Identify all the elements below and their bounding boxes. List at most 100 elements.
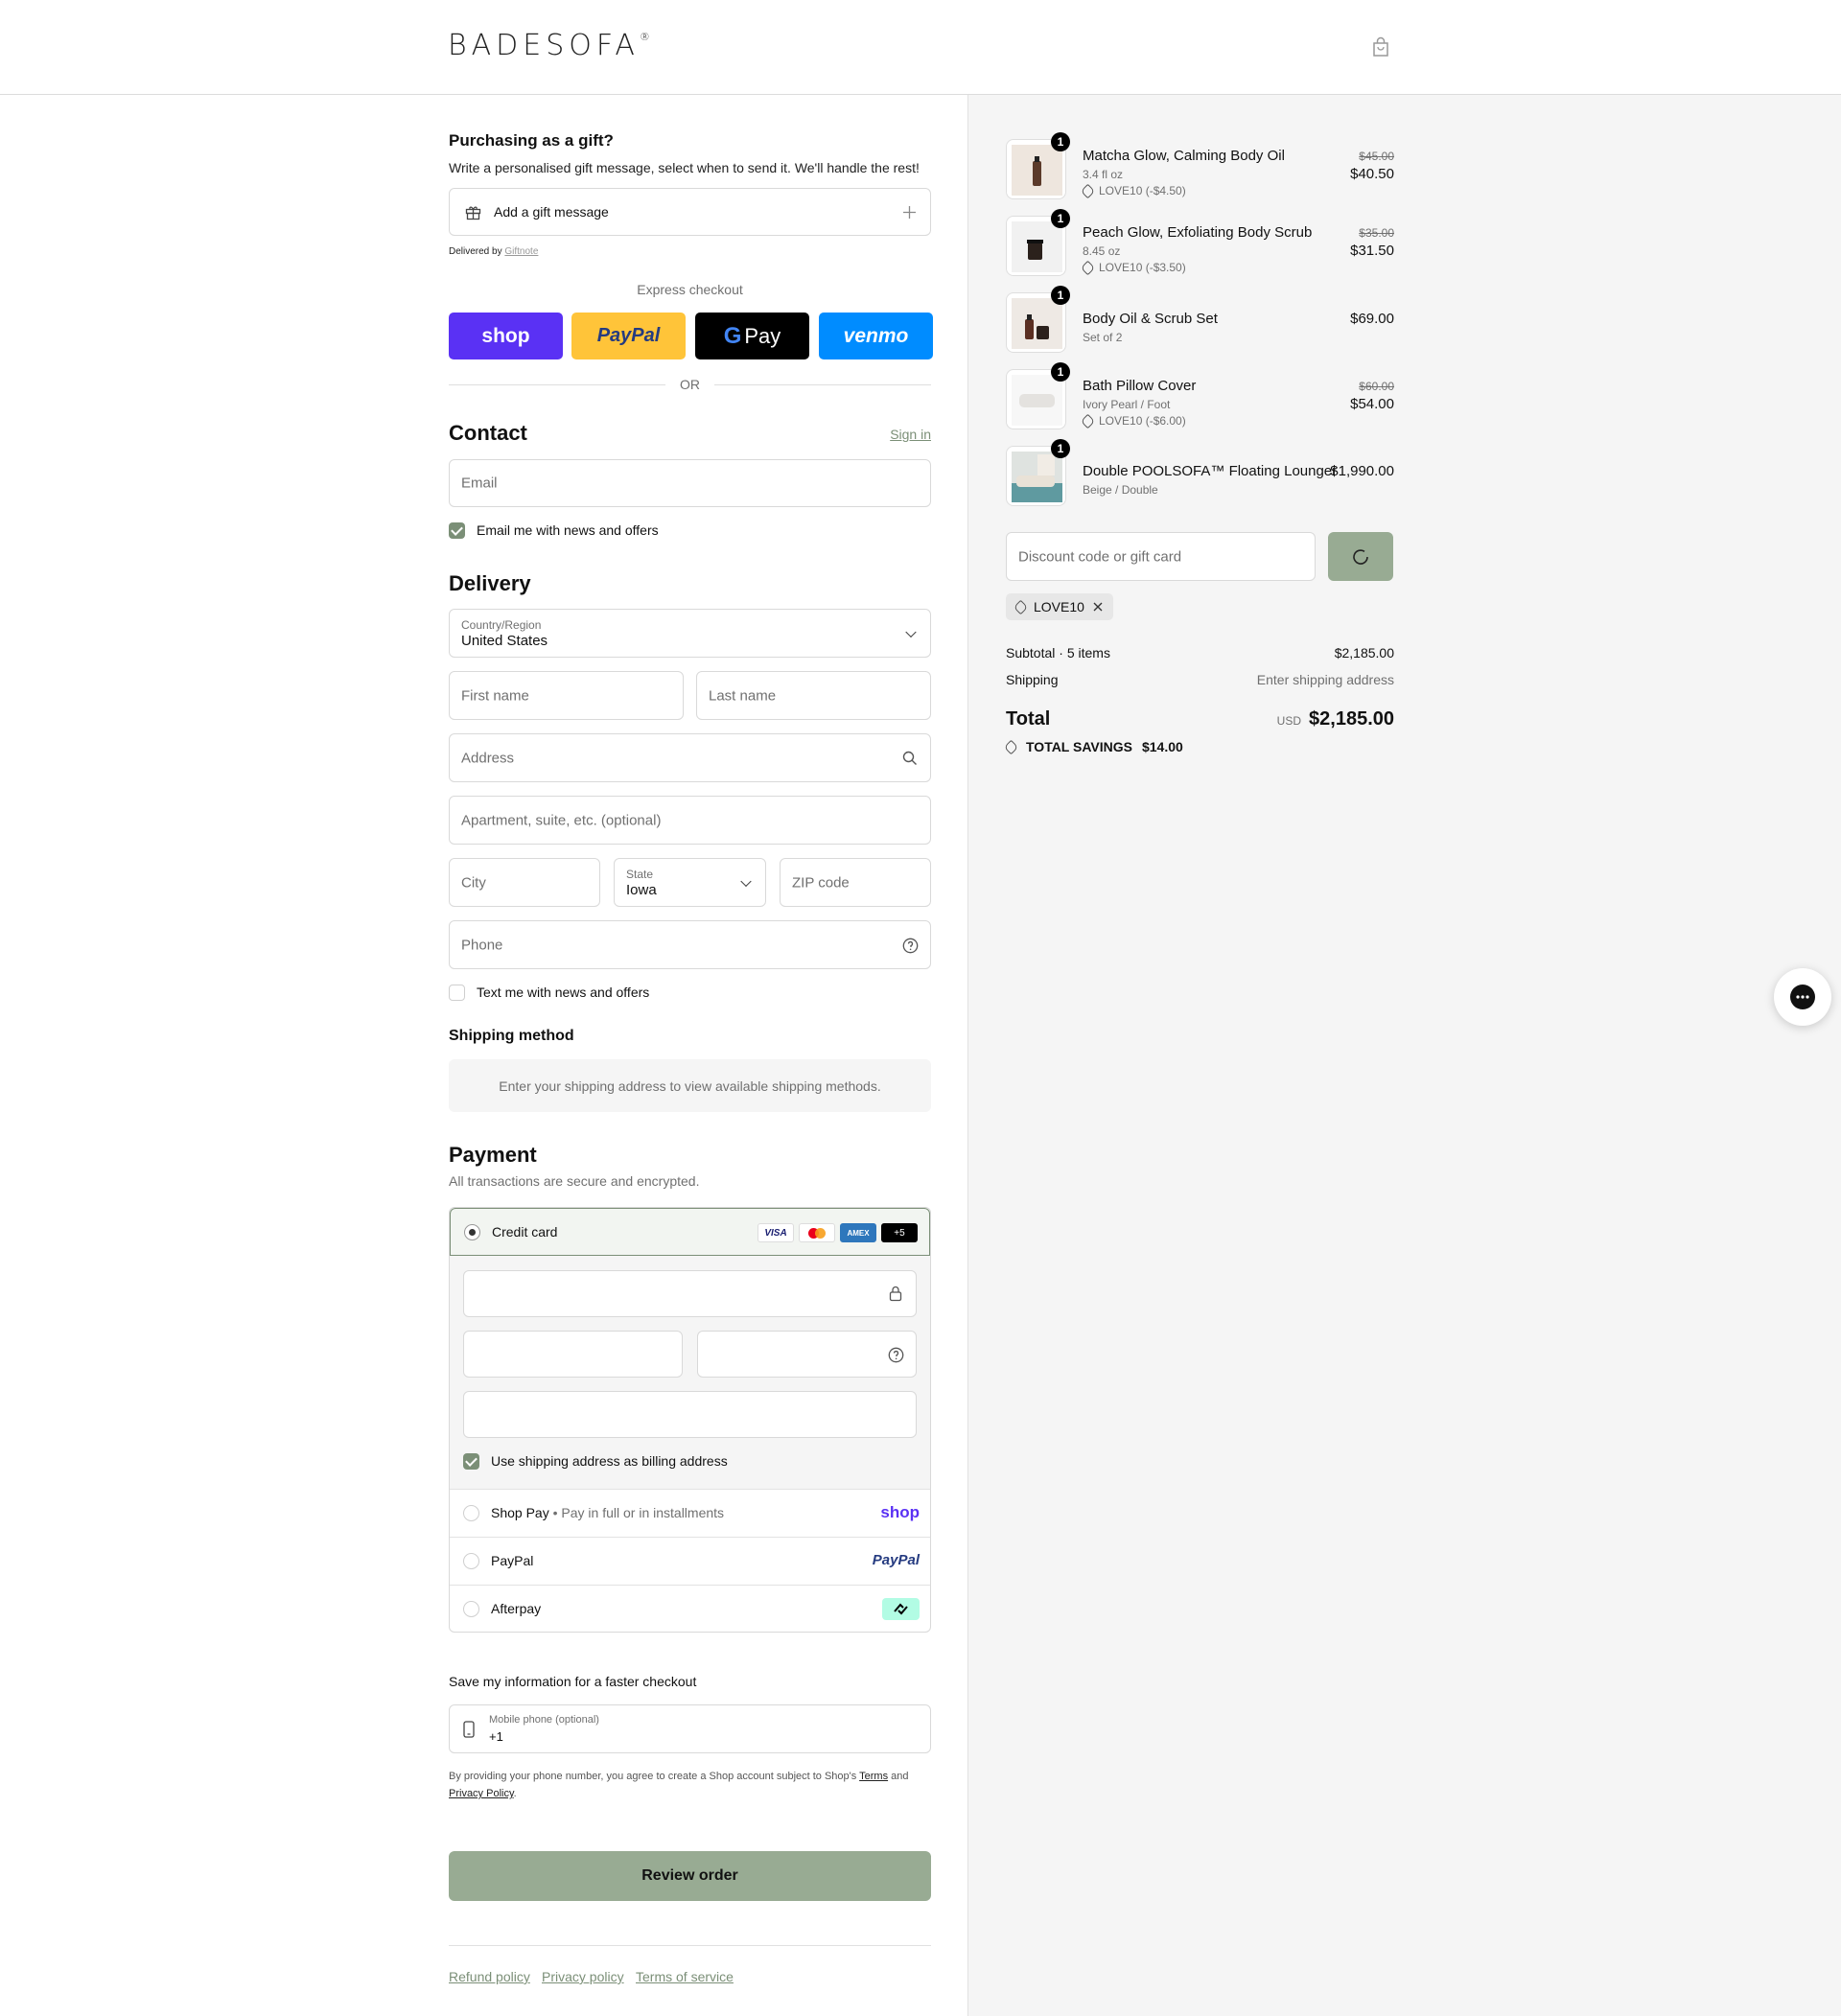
cart-summary: 1 Matcha Glow, Calming Body Oil 3.4 fl o…: [967, 95, 1841, 862]
credit-card-option[interactable]: Credit card VISA AMEX +5: [450, 1208, 930, 1256]
legal-text: By providing your phone number, you agre…: [449, 1771, 857, 1782]
item-variant: Beige / Double: [1083, 483, 1158, 497]
item-discount: LOVE10 (-$3.50): [1080, 260, 1186, 275]
shop-pay-express-button[interactable]: shop: [449, 313, 563, 359]
tag-icon: [1080, 413, 1096, 429]
item-name: Matcha Glow, Calming Body Oil: [1083, 148, 1285, 164]
mobile-phone-value: +1: [489, 1729, 503, 1744]
logo-mark: ®: [639, 31, 650, 43]
privacy-policy-link[interactable]: Privacy policy: [542, 1969, 624, 1984]
search-icon: [902, 751, 917, 765]
terms-link[interactable]: Terms: [859, 1771, 888, 1782]
privacy-link[interactable]: Privacy Policy: [449, 1788, 514, 1799]
legal-and: and: [891, 1771, 909, 1782]
state-value: Iowa: [626, 882, 657, 898]
quantity-badge: 1: [1051, 132, 1070, 151]
afterpay-radio[interactable]: [463, 1601, 479, 1617]
gift-button-label: Add a gift message: [494, 204, 609, 220]
country-select[interactable]: Country/Region United States: [449, 609, 931, 658]
credit-card-form: Use shipping address as billing address: [450, 1256, 930, 1489]
google-pay-express-button[interactable]: G Pay: [695, 313, 809, 359]
zip-field[interactable]: ZIP code: [780, 858, 931, 907]
first-name-field[interactable]: First name: [449, 671, 684, 720]
item-name: Body Oil & Scrub Set: [1083, 311, 1218, 327]
apartment-placeholder: Apartment, suite, etc. (optional): [461, 812, 662, 828]
product-thumbnail: 1: [1006, 439, 1070, 506]
item-name: Bath Pillow Cover: [1083, 378, 1197, 394]
expiration-date-field[interactable]: [463, 1331, 683, 1378]
apartment-field[interactable]: Apartment, suite, etc. (optional): [449, 796, 931, 845]
security-code-field[interactable]: [697, 1331, 917, 1378]
add-gift-message-button[interactable]: Add a gift message: [449, 188, 931, 236]
help-icon[interactable]: [888, 1347, 904, 1363]
venmo-logo: venmo: [843, 324, 909, 347]
review-order-button[interactable]: Review order: [449, 1851, 931, 1901]
help-icon[interactable]: [902, 938, 919, 954]
text-news-checkbox[interactable]: [449, 985, 465, 1001]
afterpay-option[interactable]: Afterpay: [450, 1585, 930, 1632]
email-news-label: Email me with news and offers: [477, 522, 659, 538]
sign-in-link[interactable]: Sign in: [890, 427, 931, 442]
item-original-price: $45.00: [1359, 150, 1394, 163]
item-name: Peach Glow, Exfoliating Body Scrub: [1083, 224, 1313, 241]
refund-policy-link[interactable]: Refund policy: [449, 1969, 530, 1984]
country-value: United States: [461, 633, 548, 649]
first-name-placeholder: First name: [461, 687, 529, 704]
footer-divider: [449, 1945, 931, 1946]
address-field[interactable]: Address: [449, 733, 931, 782]
mobile-phone-icon: [463, 1721, 475, 1738]
credit-card-radio[interactable]: [464, 1224, 480, 1240]
city-field[interactable]: City: [449, 858, 600, 907]
last-name-field[interactable]: Last name: [696, 671, 931, 720]
paypal-express-button[interactable]: PayPal: [571, 313, 686, 359]
item-discount-text: LOVE10 (-$4.50): [1099, 184, 1186, 197]
close-icon[interactable]: [1092, 601, 1104, 613]
state-select[interactable]: State Iowa: [614, 858, 766, 907]
paypal-radio[interactable]: [463, 1553, 479, 1569]
email-placeholder: Email: [461, 475, 498, 492]
total-label: Total: [1006, 708, 1051, 730]
currency: USD: [1276, 714, 1302, 728]
item-variant: 8.45 oz: [1083, 244, 1121, 258]
item-price: $54.00: [1350, 396, 1394, 412]
subtotal-value: $2,185.00: [1334, 645, 1394, 660]
paypal-option[interactable]: PayPal PayPal: [450, 1537, 930, 1585]
apply-discount-button[interactable]: [1328, 532, 1393, 581]
applied-discount-tag: LOVE10: [1006, 593, 1113, 620]
country-label: Country/Region: [461, 618, 542, 632]
shopping-bag-icon[interactable]: [1371, 36, 1390, 58]
google-pay-label: Pay: [744, 323, 781, 348]
tag-icon: [1013, 599, 1029, 614]
chat-widget-button[interactable]: [1774, 968, 1831, 1026]
payment-title: Payment: [449, 1143, 537, 1167]
giftnote-link[interactable]: Giftnote: [504, 246, 538, 257]
phone-field[interactable]: Phone: [449, 920, 931, 969]
item-original-price: $60.00: [1359, 380, 1394, 393]
terms-of-service-link[interactable]: Terms of service: [636, 1969, 734, 1984]
shop-pay-option[interactable]: Shop Pay • Pay in full or in installment…: [450, 1489, 930, 1537]
tag-icon: [1080, 183, 1096, 198]
item-price: $1,990.00: [1330, 463, 1394, 479]
venmo-express-button[interactable]: venmo: [819, 313, 933, 359]
tag-icon: [1080, 260, 1096, 275]
item-price: $40.50: [1350, 166, 1394, 182]
billing-address-checkbox[interactable]: [463, 1453, 479, 1470]
quantity-badge: 1: [1051, 286, 1070, 305]
billing-address-label: Use shipping address as billing address: [491, 1453, 728, 1469]
shop-pay-radio[interactable]: [463, 1505, 479, 1521]
email-field[interactable]: Email: [449, 459, 931, 507]
item-original-price: $35.00: [1359, 226, 1394, 240]
mobile-phone-field[interactable]: Mobile phone (optional) +1: [449, 1704, 931, 1753]
item-variant: Ivory Pearl / Foot: [1083, 398, 1171, 411]
brand-logo[interactable]: BADESOFA®: [448, 29, 650, 62]
google-g-icon: G: [723, 322, 742, 349]
paypal-logo: PayPal: [872, 1552, 920, 1568]
email-news-checkbox[interactable]: [449, 522, 465, 539]
discount-code-field[interactable]: Discount code or gift card: [1006, 532, 1316, 581]
address-placeholder: Address: [461, 750, 515, 766]
card-number-field[interactable]: [463, 1270, 917, 1317]
total-savings: TOTAL SAVINGS $14.00: [1003, 739, 1183, 754]
shipping-method-placeholder: Enter your shipping address to view avai…: [449, 1059, 931, 1112]
name-on-card-field[interactable]: [463, 1391, 917, 1438]
credit-card-label: Credit card: [492, 1224, 558, 1240]
